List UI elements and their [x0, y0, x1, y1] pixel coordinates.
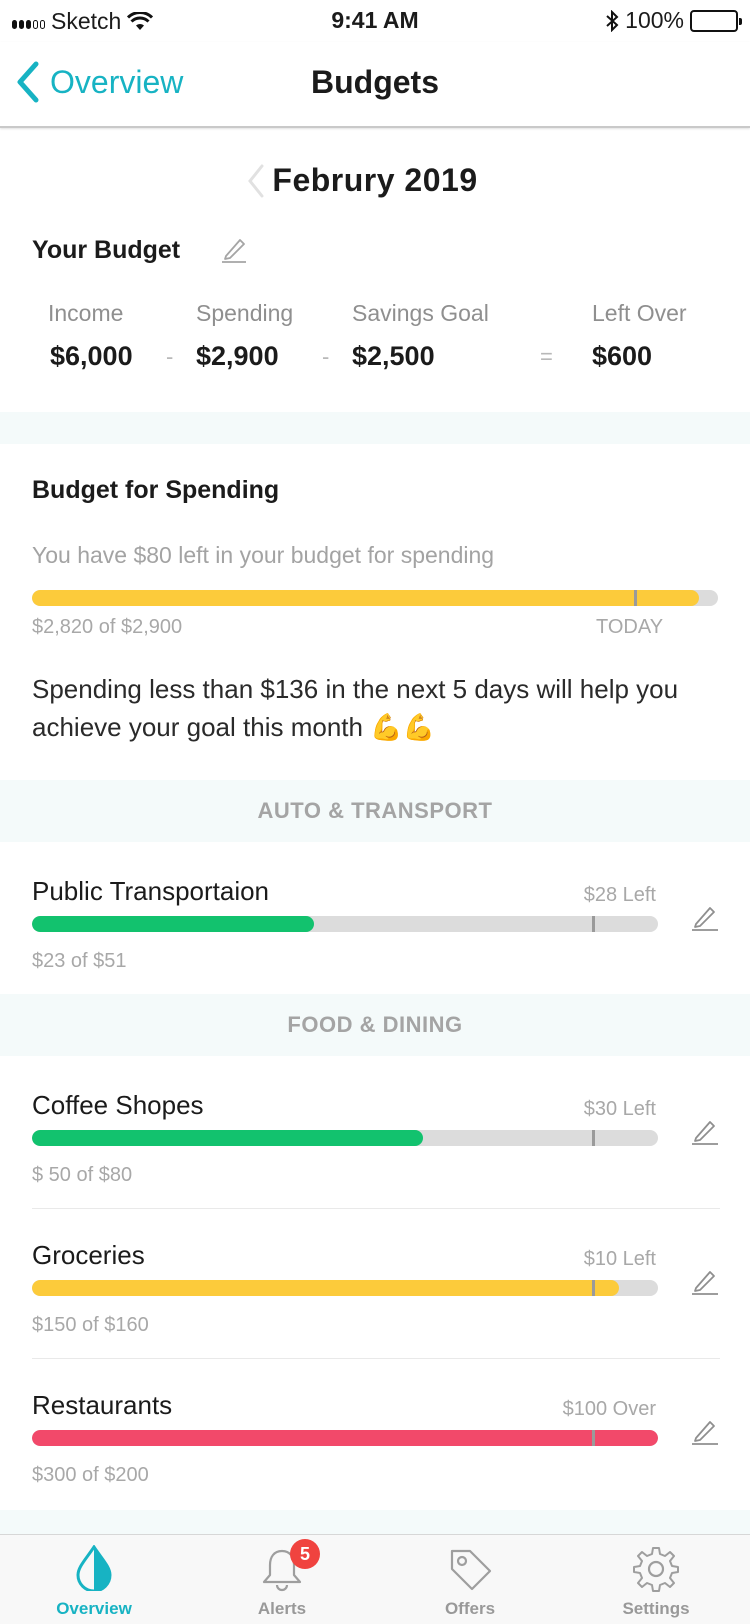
category-amount: $300 of $200	[32, 1464, 149, 1486]
category-progress-bar	[32, 916, 658, 932]
spending-tip-text: Spending less than $136 in the next 5 da…	[32, 674, 679, 742]
battery-percent: 100%	[625, 7, 684, 33]
category-progress-fill	[32, 1280, 619, 1296]
drop-icon	[76, 1545, 112, 1591]
tab-label: Offers	[444, 1599, 496, 1618]
section-divider	[0, 412, 750, 444]
summary-value: $2,900	[196, 341, 279, 371]
bottom-band	[0, 1510, 750, 1534]
budget-summary: Income $6,000 - Spending $2,900 - Saving…	[0, 300, 750, 390]
category-amount: $150 of $160	[32, 1314, 149, 1336]
tab-label: Overview	[56, 1599, 132, 1618]
category-name: Coffee Shopes	[32, 1090, 204, 1120]
category-progress-bar	[32, 1130, 658, 1146]
category-row-restaurants[interactable]: Restaurants $100 Over $300 of $200	[0, 1370, 750, 1510]
back-button[interactable]: Overview	[14, 60, 183, 104]
summary-value: $2,500	[352, 341, 435, 371]
tag-icon	[450, 1549, 492, 1591]
equals-operator: =	[540, 344, 553, 369]
battery-icon	[690, 9, 742, 32]
category-name: Public Transportaion	[32, 876, 270, 906]
edit-budget-icon[interactable]	[220, 234, 250, 264]
summary-label: Spending	[196, 300, 294, 326]
edit-category-icon[interactable]	[690, 902, 720, 932]
month-label: Februry 2019	[272, 162, 478, 198]
tab-alerts[interactable]: 5 Alerts	[212, 1535, 352, 1624]
summary-savings-goal: Savings Goal $2,500	[352, 300, 489, 372]
category-row-groceries[interactable]: Groceries $10 Left $150 of $160	[0, 1220, 750, 1360]
row-divider	[32, 1208, 720, 1209]
spending-progress-fill	[32, 590, 700, 606]
category-header-auto-transport: AUTO & TRANSPORT	[0, 780, 750, 842]
category-amount: $23 of $51	[32, 950, 127, 972]
category-status: $28 Left	[583, 884, 656, 906]
minus-operator: -	[322, 344, 330, 369]
category-progress-fill	[32, 1130, 424, 1146]
spending-amount: $2,820 of $2,900	[32, 616, 183, 638]
category-progress-fill	[32, 1430, 658, 1446]
category-progress-bar	[32, 1430, 658, 1446]
summary-label: Savings Goal	[352, 300, 489, 326]
category-status: $100 Over	[562, 1398, 656, 1420]
tab-bar: Overview 5 Alerts Offers Settings	[0, 1534, 750, 1624]
back-label: Overview	[50, 63, 184, 100]
summary-label: Left Over	[592, 300, 687, 326]
row-divider	[32, 1358, 720, 1359]
category-row-coffee-shops[interactable]: Coffee Shopes $30 Left $ 50 of $80	[0, 1070, 750, 1210]
spending-budget-title: Budget for Spending	[32, 476, 280, 504]
previous-month-icon[interactable]	[246, 164, 266, 198]
spending-tip: Spending less than $136 in the next 5 da…	[32, 670, 722, 747]
category-row-public-transportation[interactable]: Public Transportaion $28 Left $23 of $51	[0, 856, 750, 996]
your-budget-title: Your Budget	[32, 236, 181, 264]
category-status: $10 Left	[583, 1248, 656, 1270]
summary-value: $6,000	[50, 341, 133, 371]
minus-operator: -	[166, 344, 174, 369]
category-progress-bar	[32, 1280, 658, 1296]
category-name: Groceries	[32, 1240, 145, 1270]
today-marker	[592, 1430, 595, 1446]
summary-value: $600	[592, 341, 653, 371]
edit-category-icon[interactable]	[690, 1116, 720, 1146]
chevron-left-icon	[17, 61, 39, 103]
bluetooth-icon	[606, 9, 619, 32]
edit-category-icon[interactable]	[690, 1416, 720, 1446]
category-name: Restaurants	[32, 1390, 173, 1420]
tab-label: Alerts	[257, 1599, 307, 1618]
summary-income: Income $6,000	[48, 300, 133, 372]
nav-bar: Overview Budgets	[0, 42, 750, 128]
status-right: 100%	[605, 7, 742, 34]
gear-icon	[633, 1547, 679, 1592]
summary-label: Income	[48, 300, 124, 326]
category-header-food-dining: FOOD & DINING	[0, 994, 750, 1056]
month-selector: Februry 2019	[0, 150, 750, 210]
summary-left-over: Left Over $600	[592, 300, 687, 372]
edit-category-icon[interactable]	[690, 1266, 720, 1296]
today-marker	[592, 916, 595, 932]
spending-hint: You have $80 left in your budget for spe…	[32, 542, 495, 568]
today-marker	[633, 590, 637, 606]
summary-spending: Spending $2,900	[196, 300, 293, 372]
tab-settings[interactable]: Settings	[586, 1535, 726, 1624]
tab-overview[interactable]: Overview	[24, 1535, 164, 1624]
today-label: TODAY	[596, 616, 664, 638]
alerts-badge: 5	[290, 1539, 320, 1569]
category-amount: $ 50 of $80	[32, 1164, 133, 1186]
flexed-biceps-icon: 💪💪	[370, 713, 435, 743]
category-status: $30 Left	[583, 1098, 656, 1120]
tab-offers[interactable]: Offers	[400, 1535, 540, 1624]
today-marker	[592, 1280, 595, 1296]
today-marker	[592, 1130, 595, 1146]
status-bar: Sketch 9:41 AM 100%	[0, 0, 750, 42]
tab-label: Settings	[622, 1599, 690, 1618]
spending-progress-bar	[32, 590, 718, 606]
category-progress-fill	[32, 916, 315, 932]
